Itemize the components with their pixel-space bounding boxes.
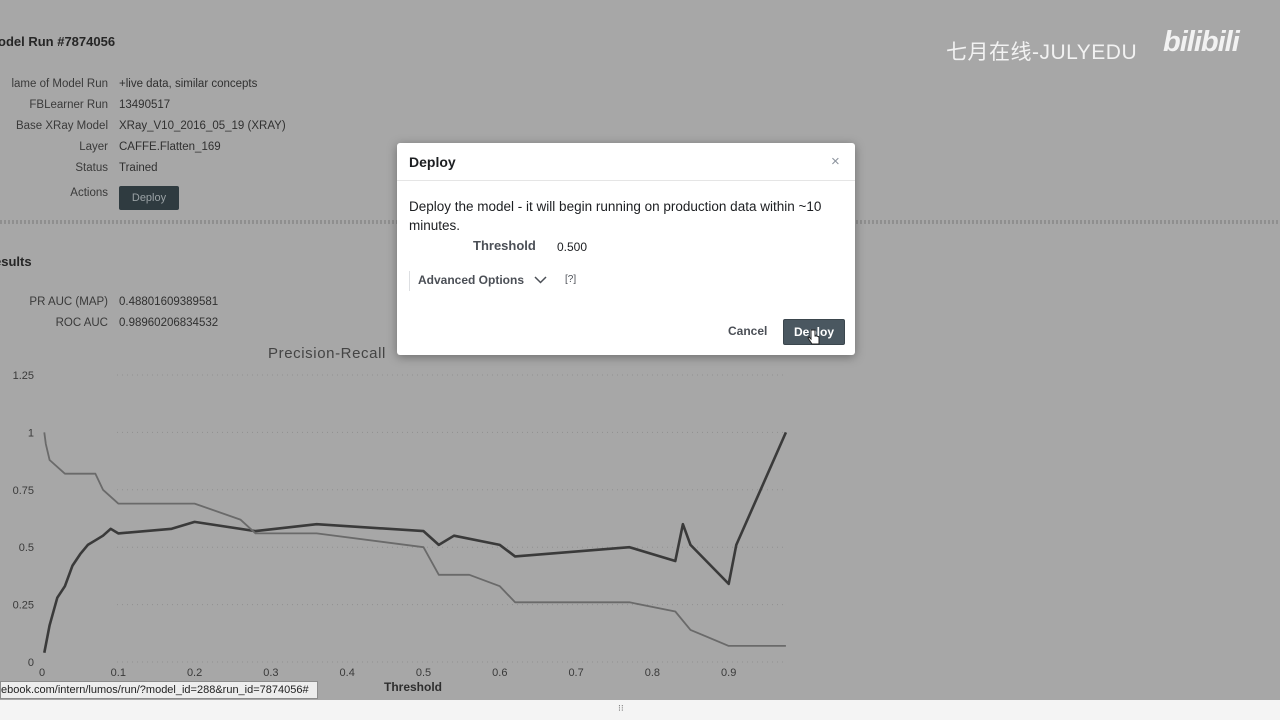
y-tick-label: 1.25 (13, 370, 34, 382)
meta-row-name: lame of Model Run +live data, similar co… (0, 78, 420, 96)
resize-handle-icon[interactable]: ⁝⁝ (618, 703, 624, 714)
precision-recall-chart: 0 0.25 0.5 0.75 1 1.25 0 0.1 0.2 0.3 0.4 0.5 0.6 0.7… (13, 345, 788, 679)
meta-row-layer: Layer CAFFE.Flatten_169 (0, 141, 420, 159)
y-tick-label: 0 (28, 657, 34, 669)
meta-value: CAFFE.Flatten_169 (119, 141, 221, 153)
dialog-divider (397, 180, 855, 181)
metric-value: 0.48801609389581 (119, 296, 219, 308)
deploy-dialog: Deploy × Deploy the model - it will begi… (397, 143, 855, 355)
metric-label: PR AUC (MAP) (29, 296, 108, 308)
advanced-options-label: Advanced Options (418, 273, 525, 287)
meta-label: Actions (70, 187, 108, 199)
x-tick-label: 0.6 (492, 667, 507, 679)
metric-row-roc-auc: ROC AUC 0.98960206834532 (0, 317, 420, 335)
meta-value: XRay_V10_2016_05_19 (XRAY) (119, 120, 286, 132)
chevron-down-icon (534, 276, 547, 284)
x-tick-label: 0.9 (721, 667, 736, 679)
chart-title: Precision-Recall (268, 345, 386, 362)
series-line-light (43, 432, 786, 647)
x-tick-label: 0.2 (187, 667, 202, 679)
meta-label: Status (75, 162, 108, 174)
x-axis-ticks: 0 0.1 0.2 0.3 0.4 0.5 0.6 0.7 0.8 0.9 (39, 667, 736, 679)
model-run-page: odel Run #7874056 lame of Model Run +liv… (0, 0, 1280, 720)
meta-row-fblearner: FBLearner Run 13490517 (0, 99, 420, 117)
series-line-dark (43, 431, 788, 654)
deploy-button[interactable]: Deploy (119, 186, 179, 210)
meta-label: Layer (79, 141, 108, 153)
x-tick-label: 0.4 (340, 667, 355, 679)
status-bar-url: ebook.com/intern/lumos/run/?model_id=288… (0, 681, 318, 699)
meta-value: +live data, similar concepts (119, 78, 258, 90)
meta-label: Base XRay Model (15, 120, 108, 132)
y-tick-label: 0.5 (19, 542, 34, 554)
dialog-title: Deploy (409, 154, 456, 170)
meta-row-status: Status Trained (0, 162, 420, 180)
threshold-value[interactable]: 0.500 (557, 240, 587, 254)
meta-label: FBLearner Run (29, 99, 108, 111)
meta-label: lame of Model Run (11, 78, 108, 90)
help-link[interactable]: [?] (565, 274, 576, 285)
y-tick-label: 1 (28, 427, 34, 439)
y-tick-label: 0.75 (13, 485, 34, 497)
metric-label: ROC AUC (55, 317, 108, 329)
meta-row-base-model: Base XRay Model XRay_V10_2016_05_19 (XRA… (0, 120, 420, 138)
y-tick-label: 0.25 (13, 600, 34, 612)
cancel-button[interactable]: Cancel (728, 324, 767, 338)
metric-value: 0.98960206834532 (119, 317, 219, 329)
dialog-description: Deploy the model - it will begin running… (409, 199, 822, 233)
meta-value: 13490517 (119, 99, 171, 111)
hand-cursor-icon (807, 329, 820, 345)
chart-grid (117, 374, 785, 663)
results-title: esults (0, 254, 32, 269)
x-tick-label: 0.7 (568, 667, 583, 679)
x-tick-label: 0.8 (645, 667, 660, 679)
x-tick-label: 0.5 (416, 667, 431, 679)
x-axis-label: Threshold (384, 680, 443, 694)
x-tick-label: 0 (39, 667, 45, 679)
x-tick-label: 0.1 (111, 667, 126, 679)
advanced-options-toggle[interactable]: Advanced Options (409, 271, 547, 291)
bottom-bar (0, 700, 1280, 720)
metric-row-pr-auc: PR AUC (MAP) 0.48801609389581 (0, 296, 420, 314)
bilibili-logo: bilibili (1163, 26, 1240, 58)
x-tick-label: 0.3 (263, 667, 278, 679)
status-value: Trained (119, 162, 158, 174)
chart-series (43, 431, 788, 654)
watermark-text: 七月在线-JULYEDU (946, 41, 1138, 64)
threshold-label: Threshold (473, 238, 536, 253)
close-icon[interactable]: × (831, 153, 840, 170)
y-axis-ticks: 0 0.25 0.5 0.75 1 1.25 (13, 370, 34, 669)
page-title: odel Run #7874056 (0, 34, 116, 49)
meta-row-actions: Actions (0, 187, 420, 205)
